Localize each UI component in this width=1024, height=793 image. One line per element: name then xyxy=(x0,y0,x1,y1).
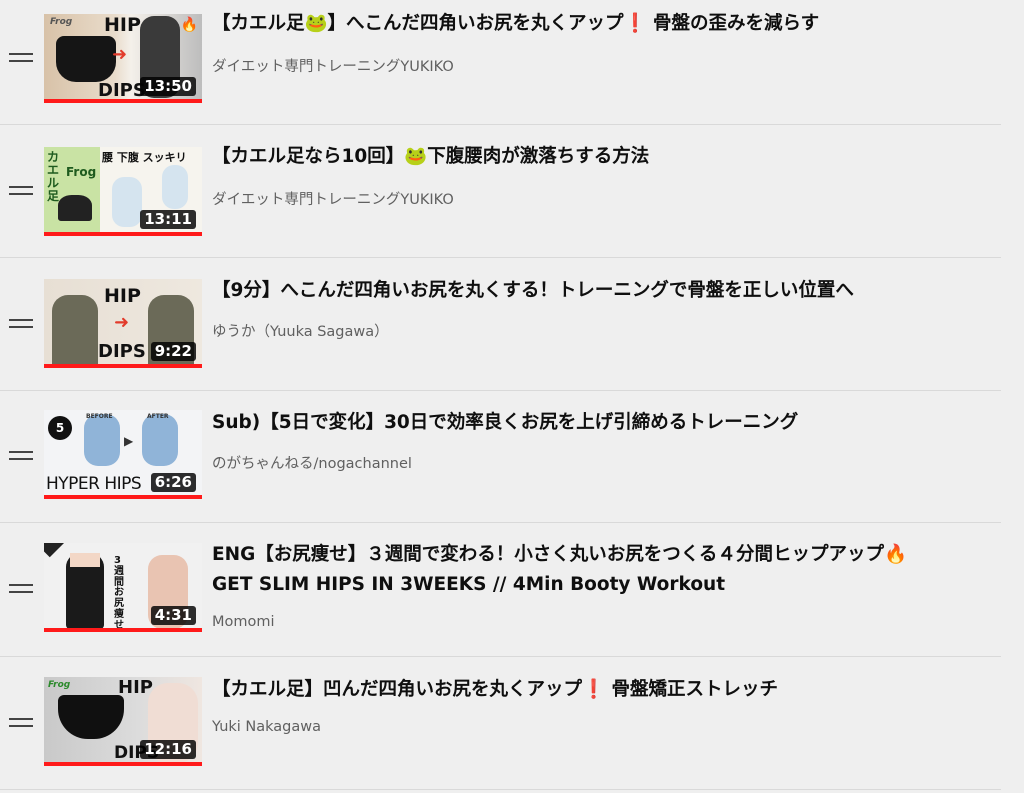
thumb-text: Frog xyxy=(66,165,97,179)
video-title[interactable]: 【9分】へこんだ四角いお尻を丸くする！トレーニングで骨盤を正しい位置へ xyxy=(212,276,995,306)
thumb-text: HIP xyxy=(104,14,141,36)
thumb-text: カエル足 xyxy=(47,150,60,203)
thumb-text: BEFORE xyxy=(86,413,113,420)
playlist-item[interactable]: 3週間 お尻痩せ 4:31 ENG【お尻痩せ】３週間で変わる！小さく丸いお尻をつ… xyxy=(0,522,1001,657)
channel-name[interactable]: ゆうか（Yuuka Sagawa） xyxy=(212,320,389,341)
drag-handle-icon[interactable] xyxy=(9,186,33,195)
arrow-icon: ➜ xyxy=(114,312,130,333)
watched-progress-bar xyxy=(44,232,202,236)
fire-icon: 🔥 xyxy=(180,17,198,33)
video-thumbnail[interactable]: 5 BEFORE AFTER ▶ HYPER HIPS 6:26 xyxy=(44,410,202,499)
video-title-line2[interactable]: GET SLIM HIPS IN 3WEEKS // 4Min Booty Wo… xyxy=(212,570,995,600)
playlist-item[interactable]: Frog HIP DIPS 12:16 【カエル足】凹んだ四角いお尻を丸くアップ… xyxy=(0,657,1001,790)
watched-progress-bar xyxy=(44,364,202,368)
channel-name[interactable]: Yuki Nakagawa xyxy=(212,719,321,735)
thumb-text: HYPER HIPS xyxy=(46,474,142,494)
thumb-text: DIPS xyxy=(98,80,146,101)
thumb-text: 5 xyxy=(48,416,72,440)
duration-badge: 13:11 xyxy=(140,210,196,229)
channel-name[interactable]: のがちゃんねる/nogachannel xyxy=(212,452,412,473)
playlist: Frog HIP ➜ DIPS 🔥 13:50 【カエル足🐸】へこんだ四角いお尻… xyxy=(0,0,1024,793)
drag-handle-icon[interactable] xyxy=(9,718,33,727)
video-thumbnail[interactable]: カエル足 Frog 腰 下腹 スッキリ 13:11 xyxy=(44,147,202,236)
drag-handle-icon[interactable] xyxy=(9,584,33,593)
watched-progress-bar xyxy=(44,495,202,499)
thumb-text: Frog xyxy=(48,680,71,690)
thumb-text: AFTER xyxy=(147,413,169,420)
video-thumbnail[interactable]: Frog HIP ➜ DIPS 🔥 13:50 xyxy=(44,14,202,103)
thumb-text: お尻痩せ xyxy=(114,587,124,631)
drag-handle-icon[interactable] xyxy=(9,53,33,62)
video-title[interactable]: ENG【お尻痩せ】３週間で変わる！小さく丸いお尻をつくる４分間ヒップアップ🔥 xyxy=(212,540,995,570)
thumb-text: Frog xyxy=(50,17,73,27)
watched-progress-bar xyxy=(44,628,202,632)
watched-progress-bar xyxy=(44,762,202,766)
video-thumbnail[interactable]: HIP ➜ DIPS 9:22 xyxy=(44,279,202,368)
drag-handle-icon[interactable] xyxy=(9,319,33,328)
playlist-item[interactable]: Frog HIP ➜ DIPS 🔥 13:50 【カエル足🐸】へこんだ四角いお尻… xyxy=(0,0,1001,125)
drag-handle-icon[interactable] xyxy=(9,451,33,460)
watched-progress-bar xyxy=(44,99,202,103)
duration-badge: 12:16 xyxy=(140,740,196,759)
duration-badge: 6:26 xyxy=(150,473,196,492)
thumb-text: HIP xyxy=(104,285,141,307)
arrow-icon: ➜ xyxy=(112,44,128,65)
thumb-text: 腰 下腹 スッキリ xyxy=(102,151,187,164)
playlist-item[interactable]: HIP ➜ DIPS 9:22 【9分】へこんだ四角いお尻を丸くする！トレーニン… xyxy=(0,258,1001,391)
playlist-item[interactable]: カエル足 Frog 腰 下腹 スッキリ 13:11 【カエル足なら10回】🐸下腹… xyxy=(0,125,1001,258)
video-thumbnail[interactable]: 3週間 お尻痩せ 4:31 xyxy=(44,543,202,632)
thumb-text: HIP xyxy=(118,677,153,698)
playlist-item[interactable]: 5 BEFORE AFTER ▶ HYPER HIPS 6:26 Sub)【5日… xyxy=(0,390,1001,523)
duration-badge: 4:31 xyxy=(150,606,196,625)
video-title[interactable]: 【カエル足】凹んだ四角いお尻を丸くアップ❗ 骨盤矯正ストレッチ xyxy=(212,675,995,705)
video-title[interactable]: Sub)【5日で変化】30日で効率良くお尻を上げ引締めるトレーニング xyxy=(212,408,995,438)
channel-name[interactable]: ダイエット専門トレーニングYUKIKO xyxy=(212,188,454,209)
duration-badge: 9:22 xyxy=(150,342,196,361)
channel-name[interactable]: Momomi xyxy=(212,614,275,630)
play-arrow-icon: ▶ xyxy=(124,434,134,448)
channel-name[interactable]: ダイエット専門トレーニングYUKIKO xyxy=(212,55,454,76)
duration-badge: 13:50 xyxy=(140,77,196,96)
video-thumbnail[interactable]: Frog HIP DIPS 12:16 xyxy=(44,677,202,766)
thumb-text: 3週間 xyxy=(114,555,124,588)
video-title[interactable]: 【カエル足なら10回】🐸下腹腰肉が激落ちする方法 xyxy=(212,142,995,172)
video-title[interactable]: 【カエル足🐸】へこんだ四角いお尻を丸くアップ❗ 骨盤の歪みを減らす xyxy=(212,9,995,39)
thumb-text: DIPS xyxy=(98,341,146,362)
